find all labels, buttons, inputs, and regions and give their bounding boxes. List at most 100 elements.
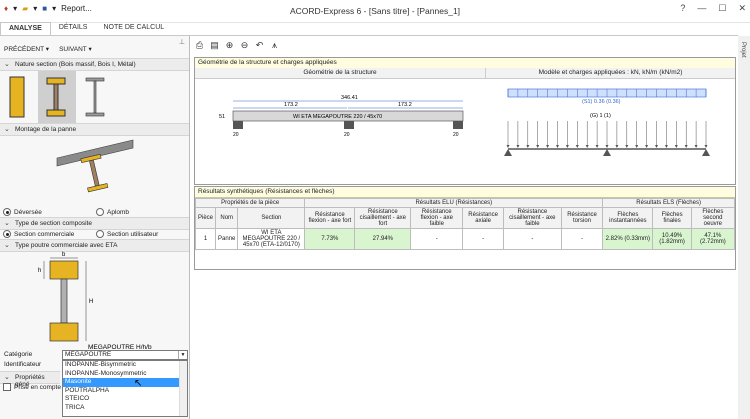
col-header: Flèches second oeuvre	[690, 207, 736, 229]
megapoutre-section-drawing: b h H MEGAPOUTRE H/h/b	[38, 252, 152, 351]
previous-label: PRÉCÉDENT	[4, 46, 44, 53]
categorie-combobox[interactable]: MEGAPOUTRE ▼	[62, 350, 188, 360]
dropdown-item[interactable]: TRICA	[63, 404, 187, 413]
window-title: ACORD-Express 6 - [Sans titre] - [Pannes…	[289, 6, 461, 16]
geometry-subhead: Géométrie de la structure	[195, 68, 486, 79]
load-s1-label: (S1) 0.36 (0.36)	[582, 99, 621, 105]
label-section-utilisateur: Section utilisateur	[107, 230, 159, 238]
dropdown-item[interactable]: POUTRALPHA	[63, 387, 187, 396]
load-arrow-head	[506, 145, 510, 148]
cell: 2.82% (0.33mm)	[602, 228, 654, 250]
ribbon-tabs: ANALYSE DÉTAILS NOTE DE CALCUL	[0, 22, 172, 36]
radio-deversee[interactable]	[3, 208, 11, 216]
tab-note-de-calcul[interactable]: NOTE DE CALCUL	[95, 22, 172, 36]
option-aplomb[interactable]: Aplomb	[96, 208, 129, 216]
option-section-commerciale[interactable]: Section commerciale	[3, 230, 74, 238]
section-composite-label: Type de section composite	[15, 220, 92, 227]
chevron-collapse-icon: ⌄	[4, 374, 10, 381]
categorie-dropdown-list: INOPANNE-Bisymmetric INOPANNE-Monosymmet…	[62, 360, 188, 417]
option-deversee[interactable]: Déversée	[3, 208, 42, 216]
close-button[interactable]: ✕	[738, 3, 746, 14]
beam-label: WI ETA MEGAPOUTRE 220 / 45x70	[293, 114, 382, 120]
checkbox-prise-en-compte[interactable]	[3, 383, 11, 391]
dropdown-item[interactable]: INOPANNE-Monosymmetric	[63, 370, 187, 379]
results-panel: Résultats synthétiques (Résistances et f…	[194, 186, 736, 270]
dropdown-item[interactable]: INOPANNE-Bisymmetric	[63, 361, 187, 370]
load-arrow-head	[694, 145, 698, 148]
load-g-label: (G) 1 (1)	[590, 113, 611, 119]
chevron-collapse-icon: ⌄	[4, 126, 10, 133]
col-header: Résistance cisaillement - axe fort	[354, 207, 412, 229]
section-type-bois-massif[interactable]	[4, 71, 34, 125]
span-2-label: 173.2	[398, 102, 412, 108]
section-type-poutre-label: Type poutre commerciale avec ETA	[15, 242, 118, 249]
cell: 7.73%	[304, 228, 356, 250]
load-arrow-head	[556, 145, 559, 148]
main-area: ⎙ ▤ ⊕ ⊖ ↶ ⩚ Géométrie de la structure et…	[190, 36, 738, 419]
results-table: Propriétés de la pièce Résultats ELU (Ré…	[194, 198, 736, 250]
dropdown-scrollbar[interactable]	[179, 361, 187, 416]
section-type-metal[interactable]	[80, 71, 110, 125]
print-icon[interactable]: ⎙	[194, 40, 205, 51]
dim-H: H	[89, 299, 93, 305]
zoom-in-icon[interactable]: ⊕	[224, 40, 235, 51]
dropdown-item[interactable]: STEICO	[63, 395, 187, 404]
categorie-label: Catégorie	[4, 351, 33, 358]
zoom-out-icon[interactable]: ⊖	[239, 40, 250, 51]
tab-analyse[interactable]: ANALYSE	[0, 22, 51, 36]
maximize-button[interactable]: ☐	[718, 3, 726, 14]
minimize-button[interactable]: —	[697, 3, 706, 14]
total-length-label: 346.41	[341, 95, 358, 101]
dim-b: b	[62, 252, 66, 258]
cell: -	[462, 228, 504, 250]
next-label: SUIVANT	[59, 46, 87, 53]
title-bar: ♦ ▾ ▰ ▾ ■ ▾ Report... ACORD-Express 6 - …	[0, 0, 750, 23]
load-arrow-head	[585, 145, 589, 148]
span-1-label: 173.2	[284, 102, 298, 108]
radio-section-commerciale[interactable]	[3, 230, 11, 238]
cell: 47.1% (2.72mm)	[690, 228, 736, 250]
dropdown-item-selected[interactable]: Masonite	[63, 378, 187, 387]
table-row[interactable]: 1 Panne WI ETA MEGAPOUTRE 220 / 45x70 (E…	[194, 228, 736, 250]
cell: -	[560, 228, 604, 250]
chevron-collapse-icon: ⌄	[4, 61, 10, 68]
previous-button[interactable]: PRÉCÉDENT ▾	[4, 45, 49, 53]
col-header: Flèches finales	[652, 207, 692, 229]
loads-drawing: (S1) 0.36 (0.36) (G) 1 (1)	[504, 88, 710, 156]
load-arrow-head	[526, 145, 530, 148]
cell: Panne	[215, 228, 239, 250]
label-section-commerciale: Section commerciale	[14, 230, 75, 238]
next-button[interactable]: SUIVANT ▾	[59, 45, 92, 53]
group-header-els: Résultats ELS (Flèches)	[602, 198, 735, 208]
model-support-2	[603, 149, 611, 156]
section-composite-header[interactable]: ⌄ Type de section composite	[0, 217, 189, 230]
chevron-down-icon[interactable]: ▼	[178, 351, 187, 359]
radio-aplomb[interactable]	[96, 208, 104, 216]
load-arrow-head	[516, 145, 520, 148]
support-width-2: 20	[344, 132, 350, 138]
categorie-row: Catégorie MEGAPOUTRE ▼	[2, 350, 188, 360]
export-icon[interactable]: ▤	[209, 40, 220, 51]
structure-view-icon[interactable]: ⩚	[269, 40, 280, 51]
section-montage-header[interactable]: ⌄ Montage de la panne	[0, 123, 189, 136]
height-label: 51	[219, 114, 225, 120]
option-section-utilisateur[interactable]: Section utilisateur	[96, 230, 158, 238]
radio-section-utilisateur[interactable]	[96, 230, 104, 238]
col-header: Résistance flexion - axe fort	[304, 207, 356, 229]
undo-icon[interactable]: ↶	[254, 40, 265, 51]
section-nature-label: Nature section (Bois massif, Bois I, Mét…	[15, 61, 136, 68]
cell: -	[410, 228, 464, 250]
bois-massif-icon	[9, 76, 25, 118]
tab-details[interactable]: DÉTAILS	[51, 22, 96, 36]
section-type-bois-i[interactable]	[38, 71, 76, 125]
load-arrow-head	[645, 145, 649, 148]
project-side-tab[interactable]: Projet	[737, 36, 750, 419]
option-prise-en-compte[interactable]: Prise en compte	[3, 383, 61, 391]
section-nature-header[interactable]: ⌄ Nature section (Bois massif, Bois I, M…	[0, 58, 189, 71]
help-button[interactable]: ?	[680, 3, 685, 14]
group-header-elu: Résultats ELU (Résistances)	[304, 198, 604, 208]
col-header: Résistance axiale	[462, 207, 504, 229]
pin-icon[interactable]: ⊥	[179, 38, 185, 46]
load-arrow-head	[625, 145, 629, 148]
col-header: Section	[237, 207, 306, 229]
